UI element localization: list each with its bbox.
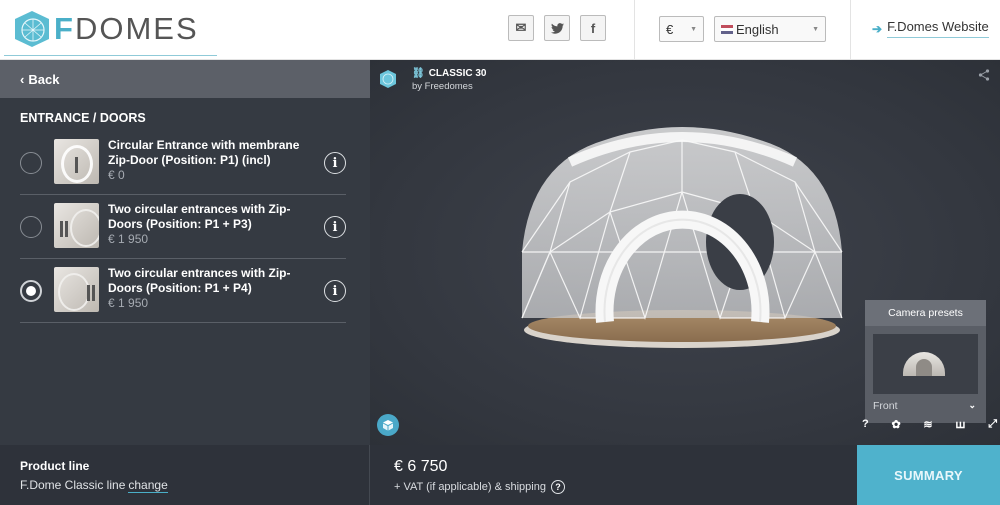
info-icon[interactable]: i bbox=[324, 152, 346, 174]
product-title: ⛓ CLASSIC 30 bbox=[412, 68, 487, 79]
option-price: € 1 950 bbox=[108, 232, 149, 246]
product-badge-icon bbox=[380, 70, 396, 88]
twitter-icon bbox=[550, 22, 564, 34]
help-icon[interactable]: ? bbox=[550, 480, 565, 494]
change-product-line-link[interactable]: change bbox=[128, 478, 168, 493]
camera-preset-select[interactable]: Front ⌄ bbox=[873, 400, 978, 412]
option-item[interactable]: Circular Entrance with membrane Zip-Door… bbox=[20, 131, 346, 195]
fullscreen-icon[interactable]: ⤢ bbox=[988, 418, 997, 431]
vat-note: + VAT (if applicable) & shipping ? bbox=[394, 480, 565, 494]
language-value: English bbox=[736, 21, 779, 37]
currency-value: € bbox=[666, 21, 674, 37]
chevron-down-icon: ⌄ bbox=[968, 400, 976, 410]
language-select[interactable]: English ▼ bbox=[714, 16, 826, 42]
camera-preset-value: Front bbox=[873, 400, 898, 412]
product-line-label: Product line bbox=[20, 459, 90, 473]
option-title: Two circular entrances with Zip-Doors (P… bbox=[108, 202, 291, 231]
vat-note-text: + VAT (if applicable) & shipping bbox=[394, 481, 546, 493]
3d-viewer[interactable]: ⛓ CLASSIC 30 by Freedomes Camera presets… bbox=[370, 60, 1000, 445]
info-icon[interactable]: i bbox=[324, 280, 346, 302]
option-title: Circular Entrance with membrane Zip-Door… bbox=[108, 138, 300, 167]
option-text: Two circular entrances with Zip-Doors (P… bbox=[108, 202, 308, 247]
layers-icon[interactable]: ≋ bbox=[923, 418, 932, 431]
facebook-button[interactable]: f bbox=[580, 15, 606, 41]
camera-presets-panel: Camera presets Front ⌄ bbox=[865, 300, 986, 423]
option-thumbnail bbox=[54, 139, 99, 184]
header-divider bbox=[850, 0, 851, 60]
camera-presets-title: Camera presets bbox=[865, 300, 986, 326]
facebook-icon: f bbox=[590, 20, 596, 36]
total-price: € 6 750 bbox=[394, 458, 448, 475]
mail-icon: ✉ bbox=[515, 20, 527, 35]
settings-icon[interactable]: ✿ bbox=[891, 418, 900, 431]
us-flag-icon bbox=[721, 24, 733, 34]
logo-dome-icon bbox=[15, 11, 49, 47]
caret-down-icon: ▼ bbox=[812, 26, 819, 33]
back-label: Back bbox=[28, 71, 60, 87]
logo-letters: DOMES bbox=[74, 11, 199, 46]
section-title: ENTRANCE / DOORS bbox=[20, 111, 146, 125]
currency-select[interactable]: € ▼ bbox=[659, 16, 704, 42]
info-icon[interactable]: i bbox=[324, 216, 346, 238]
social-links: ✉ f bbox=[508, 15, 606, 41]
cube-icon bbox=[383, 420, 393, 431]
link-icon: ⛓ bbox=[412, 68, 425, 79]
fdomes-logo[interactable]: FDOMES bbox=[12, 8, 199, 50]
product-line-value-row: F.Dome Classic line change bbox=[20, 478, 168, 493]
website-link-label: F.Domes Website bbox=[887, 19, 989, 38]
fdomes-website-link[interactable]: ➔ F.Domes Website bbox=[872, 19, 989, 38]
footer-divider bbox=[369, 445, 370, 505]
option-radio-selected[interactable] bbox=[20, 280, 42, 302]
option-text: Circular Entrance with membrane Zip-Door… bbox=[108, 138, 308, 183]
caret-down-icon: ▼ bbox=[690, 26, 697, 33]
product-name: CLASSIC 30 bbox=[428, 68, 487, 79]
option-item[interactable]: Two circular entrances with Zip-Doors (P… bbox=[20, 259, 346, 323]
vr-icon[interactable]: ꟺ bbox=[955, 418, 965, 431]
option-thumbnail bbox=[54, 267, 99, 312]
option-item[interactable]: Two circular entrances with Zip-Doors (P… bbox=[20, 195, 346, 259]
option-title: Two circular entrances with Zip-Doors (P… bbox=[108, 266, 291, 295]
dome-3d-model[interactable] bbox=[510, 122, 855, 354]
chevron-left-icon: ‹ bbox=[20, 71, 25, 87]
product-by: by Freedomes bbox=[412, 81, 473, 92]
product-line-value: F.Dome Classic line bbox=[20, 478, 126, 492]
ar-cube-button[interactable] bbox=[377, 414, 399, 436]
option-thumbnail bbox=[54, 203, 99, 248]
entrance-options: Circular Entrance with membrane Zip-Door… bbox=[0, 131, 370, 323]
footer-bar: Product line F.Dome Classic line change €… bbox=[0, 445, 1000, 505]
help-icon[interactable]: ? bbox=[862, 418, 869, 431]
twitter-button[interactable] bbox=[544, 15, 570, 41]
arrow-right-icon: ➔ bbox=[872, 21, 883, 36]
logo-underline bbox=[4, 55, 217, 56]
logo-wordmark: FDOMES bbox=[54, 11, 199, 47]
back-button[interactable]: ‹ Back bbox=[0, 60, 370, 98]
summary-button[interactable]: SUMMARY bbox=[857, 445, 1000, 505]
mail-button[interactable]: ✉ bbox=[508, 15, 534, 41]
top-header: FDOMES ✉ f € ▼ English ▼ ➔ F.Domes Websi… bbox=[0, 0, 1000, 60]
option-text: Two circular entrances with Zip-Doors (P… bbox=[108, 266, 308, 311]
logo-letter-f: F bbox=[54, 11, 75, 46]
option-price: € 1 950 bbox=[108, 296, 149, 310]
header-divider bbox=[634, 0, 635, 60]
options-sidebar: ‹ Back ENTRANCE / DOORS Circular Entranc… bbox=[0, 60, 370, 445]
share-icon[interactable] bbox=[978, 69, 990, 81]
option-radio[interactable] bbox=[20, 152, 42, 174]
option-price: € 0 bbox=[108, 168, 125, 182]
camera-preset-preview[interactable] bbox=[873, 334, 978, 394]
option-radio[interactable] bbox=[20, 216, 42, 238]
viewer-toolbar: ? ✿ ≋ ꟺ ⤢ bbox=[862, 418, 997, 431]
product-line: Product line F.Dome Classic line change bbox=[20, 459, 168, 493]
